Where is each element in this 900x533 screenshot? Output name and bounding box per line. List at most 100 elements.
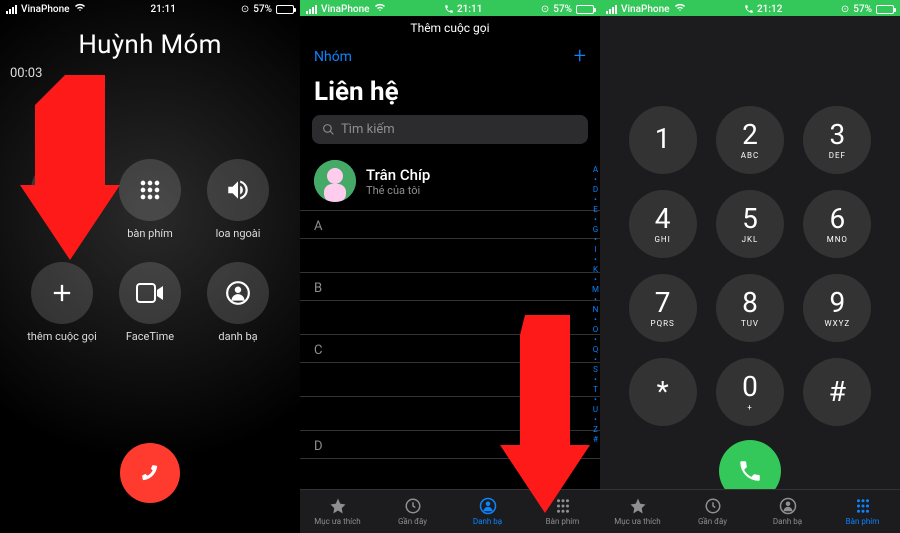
key-letters: JKL xyxy=(742,235,759,244)
contacts-screen: VinaPhone 21:11 ⊙ 57% Thêm cuộc gọi Nhóm… xyxy=(300,0,600,533)
phone-icon xyxy=(444,4,454,14)
call-screen: VinaPhone 21:11 ⊙ 57% Huỳnh Móm 00:03 ng… xyxy=(0,0,300,533)
key-letters: MNO xyxy=(827,235,848,244)
search-placeholder: Tìm kiếm xyxy=(341,122,395,137)
key-num: 9 xyxy=(829,289,845,317)
list-item[interactable] xyxy=(300,239,600,273)
status-bar-active-call[interactable]: VinaPhone 21:11 ⊙ 57% xyxy=(300,0,600,16)
keypad-label: bàn phím xyxy=(127,227,173,240)
key-letters: + xyxy=(747,403,753,412)
facetime-button[interactable]: FaceTime xyxy=(119,262,181,343)
tab-recents[interactable]: Gần đây xyxy=(375,490,450,533)
keypad-button[interactable]: bàn phím xyxy=(119,159,181,240)
tab-label: Bàn phím xyxy=(546,517,580,526)
tab-label: Mục ưa thích xyxy=(314,517,360,526)
key-num: 6 xyxy=(829,205,845,233)
caller-name: Huỳnh Móm xyxy=(0,30,300,60)
key-8[interactable]: 8 TUV xyxy=(716,274,784,342)
star-icon xyxy=(628,497,648,515)
nav-title: Thêm cuộc gọi xyxy=(300,16,600,40)
status-time: 21:11 xyxy=(151,4,176,15)
contacts-button[interactable]: danh bạ xyxy=(207,262,269,343)
page-title: Liên hệ xyxy=(300,73,600,115)
key-num: 4 xyxy=(655,205,671,233)
phone-icon xyxy=(744,4,754,14)
index-strip[interactable]: A•D•E•G•I•K•M•N•O•Q•S•T•U•Z# xyxy=(592,165,599,445)
tab-label: Gần đây xyxy=(698,517,727,526)
key-6[interactable]: 6 MNO xyxy=(803,190,871,258)
section-header: B xyxy=(300,273,600,301)
facetime-icon xyxy=(136,283,164,303)
tab-favorites[interactable]: Mục ưa thích xyxy=(600,490,675,533)
me-card[interactable]: Trân Chíp Thẻ của tôi xyxy=(300,152,600,211)
add-contact-button[interactable]: + xyxy=(574,44,586,69)
alarm-icon: ⊙ xyxy=(241,4,249,15)
wifi-icon xyxy=(374,3,386,15)
tab-recents[interactable]: Gần đây xyxy=(675,490,750,533)
key-letters: TUV xyxy=(741,319,759,328)
wifi-icon xyxy=(674,3,686,15)
key-letters: ABC xyxy=(741,151,759,160)
clock-icon xyxy=(403,497,423,515)
signal-icon xyxy=(606,5,617,14)
keypad-icon xyxy=(136,176,164,204)
key-7[interactable]: 7PQRS xyxy=(629,274,697,342)
key-num: 8 xyxy=(742,289,758,317)
wifi-icon xyxy=(74,3,86,15)
annotation-arrow xyxy=(10,75,120,265)
groups-link[interactable]: Nhóm xyxy=(314,49,352,65)
keypad-screen: VinaPhone 21:12 ⊙ 57% 1 2ABC 3DEF 4GHI 5… xyxy=(600,0,900,533)
me-sub: Thẻ của tôi xyxy=(366,184,430,197)
status-bar-active-call[interactable]: VinaPhone 21:12 ⊙ 57% xyxy=(600,0,900,16)
end-call-button[interactable] xyxy=(120,443,180,503)
key-num: 5 xyxy=(742,205,758,233)
carrier-label: VinaPhone xyxy=(21,4,70,15)
key-2[interactable]: 2ABC xyxy=(716,106,784,174)
status-bar: VinaPhone 21:11 ⊙ 57% xyxy=(0,0,300,16)
battery-icon xyxy=(576,5,594,14)
battery-icon xyxy=(876,5,894,14)
key-star[interactable]: * xyxy=(629,358,697,426)
speaker-label: loa ngoài xyxy=(216,227,261,240)
carrier-label: VinaPhone xyxy=(621,4,670,15)
status-time: 21:11 xyxy=(457,4,482,15)
key-num: 1 xyxy=(655,125,671,153)
speaker-button[interactable]: loa ngoài xyxy=(207,159,269,240)
tab-label: Danh bạ xyxy=(773,517,802,526)
tab-favorites[interactable]: Mục ưa thích xyxy=(300,490,375,533)
key-num: * xyxy=(657,378,669,406)
speaker-icon xyxy=(225,177,251,203)
key-0[interactable]: 0+ xyxy=(716,358,784,426)
plus-icon xyxy=(48,279,76,307)
tab-label: Gần đây xyxy=(398,517,427,526)
signal-icon xyxy=(306,5,317,14)
key-letters: DEF xyxy=(829,151,846,160)
key-3[interactable]: 3DEF xyxy=(803,106,871,174)
key-9[interactable]: 9WXYZ xyxy=(803,274,871,342)
annotation-arrow xyxy=(490,315,590,515)
carrier-label: VinaPhone xyxy=(321,4,370,15)
key-num: # xyxy=(829,378,846,406)
search-icon xyxy=(322,123,335,136)
tab-label: Bàn phím xyxy=(846,517,880,526)
key-4[interactable]: 4GHI xyxy=(629,190,697,258)
key-5[interactable]: 5 JKL xyxy=(716,190,784,258)
tab-bar: Mục ưa thích Gần đây Danh bạ Bàn phím xyxy=(600,489,900,533)
battery-pct: 57% xyxy=(253,4,272,15)
key-hash[interactable]: # xyxy=(803,358,871,426)
tab-contacts[interactable]: Danh bạ xyxy=(750,490,825,533)
contacts-icon xyxy=(225,280,251,306)
status-time: 21:12 xyxy=(757,4,782,15)
add-call-button[interactable]: thêm cuộc gọi xyxy=(27,262,97,343)
contacts-label: danh bạ xyxy=(218,330,257,343)
key-1[interactable]: 1 xyxy=(629,106,697,174)
keypad: 1 2ABC 3DEF 4GHI 5 JKL 6 MNO 7PQRS 8 TUV 9W… xyxy=(600,106,900,426)
tab-keypad[interactable]: Bàn phím xyxy=(825,490,900,533)
section-header: A xyxy=(300,211,600,239)
keypad-icon xyxy=(853,497,873,515)
star-icon xyxy=(328,497,348,515)
search-input[interactable]: Tìm kiếm xyxy=(312,115,588,144)
me-name: Trân Chíp xyxy=(366,166,430,184)
add-call-label: thêm cuộc gọi xyxy=(27,330,97,343)
tab-label: Danh bạ xyxy=(473,517,502,526)
